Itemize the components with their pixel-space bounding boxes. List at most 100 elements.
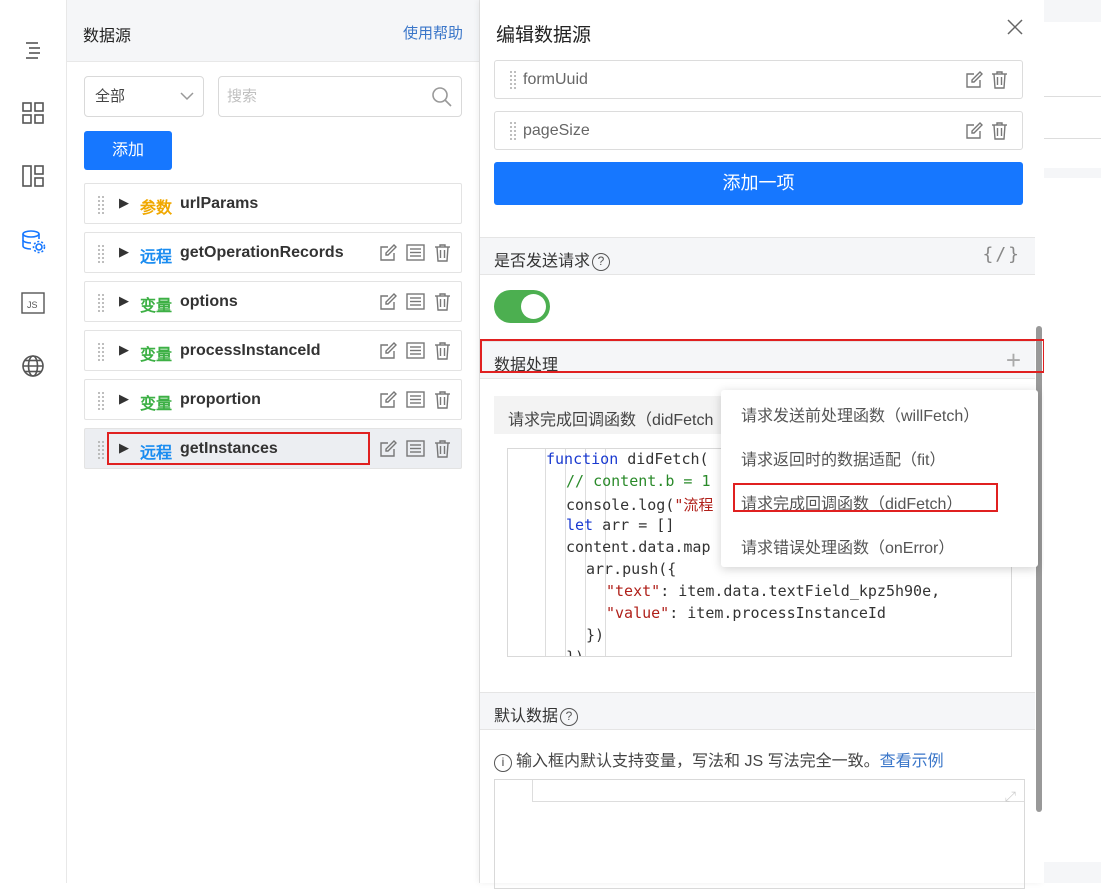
edit-icon[interactable] [378,438,399,459]
outline-tree-icon[interactable] [18,35,48,65]
delete-icon[interactable] [432,340,453,361]
delete-icon[interactable] [989,120,1010,141]
code-line: console.log("流程 [566,494,713,515]
expand-icon[interactable]: ⤢ [1005,788,1016,805]
close-icon[interactable] [1004,16,1026,38]
delete-icon[interactable] [432,291,453,312]
help-icon[interactable]: ? [560,708,579,726]
search-input[interactable] [219,77,419,116]
plus-icon[interactable]: + [1006,345,1021,376]
default-data-editor[interactable]: ⤢ [494,779,1025,889]
type-filter-select[interactable]: 全部 [84,76,204,117]
add-item-button[interactable]: 添加一项 [494,162,1023,205]
drag-handle-icon[interactable] [97,391,105,411]
datasource-panel: 数据源 使用帮助 全部 添加 ▶ 参数 urlParams ▶ 远程 getOperati… [67,0,480,883]
help-link[interactable]: 使用帮助 [403,22,463,43]
drag-handle-icon[interactable] [509,70,517,90]
menu-item[interactable]: 请求发送前处理函数（willFetch） [741,402,979,426]
drag-handle-icon[interactable] [509,121,517,141]
code-token: console.log( [566,496,675,514]
view-example-link[interactable]: 查看示例 [880,753,944,770]
datasource-type-tag: 远程 [140,249,173,266]
datasource-item[interactable]: ▶ 变量 processInstanceId [84,330,462,371]
code-token: "text" [606,582,661,600]
divider [1044,96,1101,97]
send-request-label: 是否发送请求? [494,247,611,271]
help-icon[interactable]: ? [592,253,611,271]
expand-arrow-icon[interactable]: ▶ [119,391,129,407]
info-text: 输入框内默认支持变量，写法和 JS 写法完全一致。 [516,753,880,770]
expand-arrow-icon[interactable]: ▶ [119,244,129,260]
function-tab[interactable]: 请求完成回调函数（didFetch [494,396,734,434]
code-line: "value": item.processInstanceId [606,604,886,622]
code-toggle-icon[interactable]: {/} [982,244,1021,265]
data-processing-menu: 请求发送前处理函数（willFetch） 请求返回时的数据适配（fit） 请求完成回… [721,390,1038,567]
code-token: : item.data.textField_kpz5h90e, [660,582,941,600]
datasource-type-tag: 变量 [140,347,173,364]
code-line: }) [586,626,604,644]
drag-handle-icon[interactable] [97,342,105,362]
type-filter-value: 全部 [95,88,126,105]
code-line: let arr = [] [566,516,674,534]
expand-arrow-icon[interactable]: ▶ [119,293,129,309]
js-icon[interactable]: JS [18,288,48,318]
code-line: arr.push({ [586,560,676,578]
code-token: arr.push({ [586,560,677,578]
detail-icon[interactable] [405,291,426,312]
datasource-name: processInstanceId [180,342,321,359]
datasource-item[interactable]: ▶ 变量 options [84,281,462,322]
default-data-section: 默认数据? [480,692,1035,730]
delete-icon[interactable] [989,69,1010,90]
delete-icon[interactable] [432,438,453,459]
datasource-name: getOperationRecords [180,244,344,261]
param-row[interactable]: formUuid [494,60,1023,99]
datasource-item[interactable]: ▶ 远程 getOperationRecords [84,232,462,273]
detail-icon[interactable] [405,242,426,263]
datasource-gear-icon[interactable] [18,226,48,256]
expand-arrow-icon[interactable]: ▶ [119,440,129,456]
expand-arrow-icon[interactable]: ▶ [119,195,129,211]
edit-icon[interactable] [378,389,399,410]
edit-icon[interactable] [964,120,985,141]
layout-icon[interactable] [18,161,48,191]
detail-icon[interactable] [405,340,426,361]
add-datasource-button[interactable]: 添加 [84,131,172,170]
item-actions [378,242,453,263]
edit-icon[interactable] [378,340,399,361]
grid-icon[interactable] [18,98,48,128]
send-request-toggle[interactable] [494,290,550,323]
datasource-title: 数据源 [83,28,132,45]
divider [1044,138,1101,139]
drag-handle-icon[interactable] [97,195,105,215]
code-token: let [566,516,594,534]
code-token: }) [566,648,585,657]
search-icon[interactable] [431,86,453,108]
edit-icon[interactable] [378,291,399,312]
edit-icon[interactable] [964,69,985,90]
drag-handle-icon[interactable] [97,293,105,313]
param-row[interactable]: pageSize [494,111,1023,150]
edit-icon[interactable] [378,242,399,263]
detail-icon[interactable] [405,438,426,459]
drag-handle-icon[interactable] [97,440,105,460]
menu-item[interactable]: 请求完成回调函数（didFetch） [741,490,962,514]
drawer-title: 编辑数据源 [496,25,592,46]
delete-icon[interactable] [432,389,453,410]
datasource-item[interactable]: ▶ 参数 urlParams [84,183,462,224]
code-line: }) [566,648,585,657]
detail-icon[interactable] [405,389,426,410]
datasource-item[interactable]: ▶ 远程 getInstances [84,428,462,469]
globe-icon[interactable] [18,351,48,381]
param-actions [964,69,1010,90]
item-actions [378,438,453,459]
menu-item[interactable]: 请求错误处理函数（onError） [741,534,954,558]
expand-arrow-icon[interactable]: ▶ [119,342,129,358]
datasource-item[interactable]: ▶ 变量 proportion [84,379,462,420]
drag-handle-icon[interactable] [97,244,105,264]
menu-item[interactable]: 请求返回时的数据适配（fit） [741,446,945,470]
delete-icon[interactable] [432,242,453,263]
code-token: didFetch( [618,450,709,468]
datasource-type-tag: 变量 [140,396,173,413]
param-name: formUuid [523,71,588,88]
datasource-header: 数据源 使用帮助 [67,0,479,62]
